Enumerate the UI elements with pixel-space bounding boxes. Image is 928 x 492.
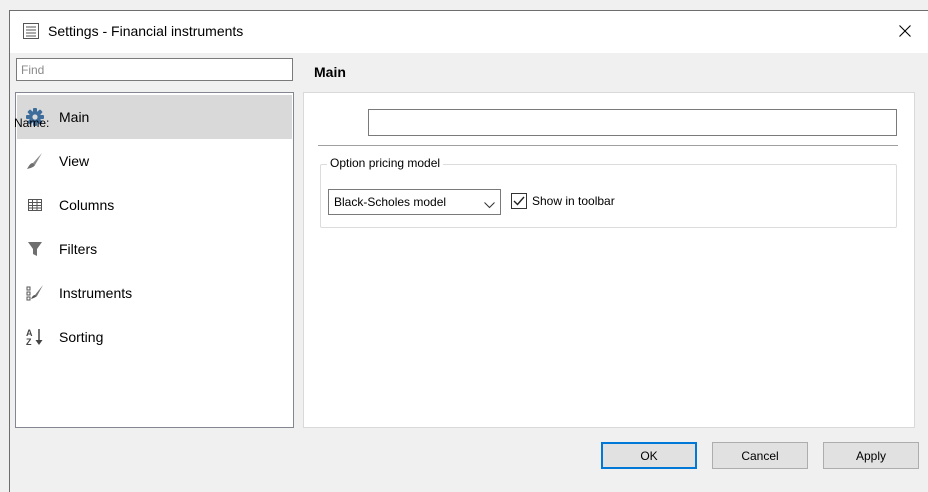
find-input[interactable] — [16, 58, 293, 81]
sidebar-item-instruments[interactable]: Instruments — [17, 271, 292, 315]
show-in-toolbar-checkbox[interactable] — [511, 193, 527, 209]
sidebar-item-label: Main — [59, 109, 90, 125]
main-settings-panel — [303, 92, 915, 428]
close-icon — [899, 24, 911, 40]
cancel-button[interactable]: Cancel — [712, 442, 808, 469]
sidebar-item-view[interactable]: View — [17, 139, 292, 183]
settings-nav-list: Main View Columns Filters Instruments A … — [15, 92, 294, 428]
title-bar: Settings - Financial instruments — [10, 11, 928, 53]
pricing-model-value: Black-Scholes model — [334, 195, 447, 209]
name-label: Name: — [14, 116, 50, 130]
sidebar-item-label: View — [59, 153, 90, 169]
instruments-icon — [25, 283, 45, 303]
chevron-down-icon — [484, 198, 495, 212]
sidebar-item-sorting[interactable]: A Z Sorting — [17, 315, 292, 359]
close-button[interactable] — [882, 11, 928, 53]
brush-icon — [25, 151, 45, 171]
apply-button[interactable]: Apply — [823, 442, 919, 469]
sidebar-item-label: Instruments — [59, 285, 133, 301]
table-icon — [25, 195, 45, 215]
sidebar-item-label: Filters — [59, 241, 98, 257]
svg-text:Z: Z — [26, 337, 32, 347]
sidebar-item-label: Sorting — [59, 329, 104, 345]
sidebar-item-main[interactable]: Main — [17, 95, 292, 139]
sidebar-item-label: Columns — [59, 197, 115, 213]
checkmark-icon — [513, 194, 525, 209]
pricing-model-dropdown[interactable]: Black-Scholes model — [328, 189, 501, 215]
sidebar-item-filters[interactable]: Filters — [17, 227, 292, 271]
group-title: Option pricing model — [327, 156, 444, 170]
separator — [318, 145, 898, 146]
show-in-toolbar-label[interactable]: Show in toolbar — [532, 194, 615, 208]
name-input[interactable] — [368, 109, 897, 136]
ok-button[interactable]: OK — [601, 442, 697, 469]
sidebar-item-columns[interactable]: Columns — [17, 183, 292, 227]
funnel-icon — [25, 239, 45, 259]
document-icon — [22, 22, 40, 40]
sort-az-icon: A Z — [25, 327, 45, 347]
section-title: Main — [314, 64, 346, 80]
window-title: Settings - Financial instruments — [48, 23, 244, 39]
